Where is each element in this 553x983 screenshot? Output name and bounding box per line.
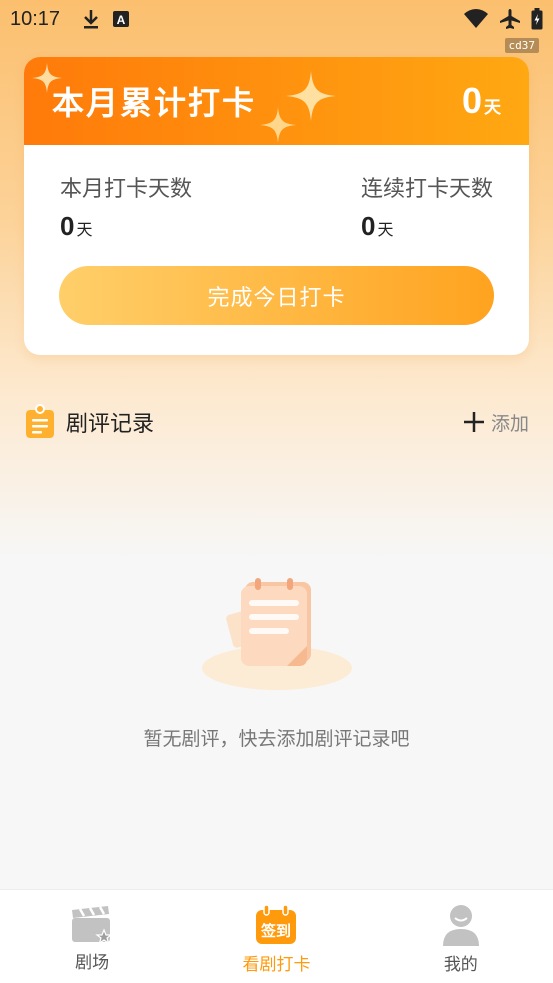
clipboard-note-icon (26, 404, 54, 438)
tab-profile[interactable]: 我的 (369, 890, 553, 983)
empty-text: 暂无剧评，快去添加剧评记录吧 (143, 728, 410, 750)
tab-checkin[interactable]: 签到 看剧打卡 (184, 890, 368, 983)
wifi-icon (464, 9, 488, 28)
stats-row: 本月打卡天数 0 天 连续打卡天数 0 天 (24, 145, 529, 242)
card-title: 本月累计打卡 (52, 84, 257, 122)
bottom-tabbar: 剧场 签到 看剧打卡 我的 (0, 889, 553, 983)
sparkle-icon (32, 63, 62, 93)
card-header: 本月累计打卡 0 天 (24, 57, 529, 145)
total-unit: 天 (484, 98, 501, 118)
tab-theater[interactable]: 剧场 (0, 890, 184, 983)
stat-unit: 天 (377, 220, 394, 239)
empty-notes-icon (201, 578, 352, 690)
user-icon (442, 905, 479, 946)
stat-label: 本月打卡天数 (60, 177, 193, 202)
svg-text:A: A (117, 13, 126, 27)
checkin-badge-text: 签到 (260, 922, 291, 940)
review-section-header: 剧评记录 添加 (24, 400, 529, 444)
airplane-icon (500, 9, 520, 29)
tab-label: 看剧打卡 (242, 955, 311, 975)
plus-icon (463, 412, 484, 432)
empty-state: 暂无剧评，快去添加剧评记录吧 (0, 570, 553, 751)
debug-tag: cd37 (504, 38, 539, 53)
stat-label: 连续打卡天数 (360, 177, 493, 202)
complete-checkin-button[interactable]: 完成今日打卡 (59, 266, 494, 325)
stat-streak-days: 连续打卡天数 0 天 (361, 171, 493, 242)
add-review-button[interactable]: 添加 (463, 409, 529, 436)
stat-unit: 天 (76, 220, 93, 239)
tab-label: 剧场 (75, 953, 110, 973)
stat-month-days: 本月打卡天数 0 天 (60, 171, 192, 242)
status-bar: 10:17 A (0, 0, 553, 38)
total-value: 0 (461, 80, 482, 121)
checkin-calendar-icon: 签到 (256, 904, 297, 944)
status-time: 10:17 (10, 7, 61, 30)
section-title: 剧评记录 (66, 412, 155, 437)
monthly-checkin-card: 本月累计打卡 0 天 本月打卡天数 0 天 连续打卡天数 0 天 完成今日打卡 (24, 57, 529, 355)
clapperboard-icon (72, 906, 113, 944)
total-checkin-days: 0 天 (462, 80, 501, 122)
download-icon (84, 10, 99, 29)
stat-value: 0 (60, 211, 75, 241)
add-label: 添加 (490, 412, 529, 435)
stat-value: 0 (360, 211, 376, 241)
tab-label: 我的 (443, 955, 478, 975)
sparkle-icon (260, 107, 296, 143)
font-icon: A (113, 11, 130, 27)
battery-icon (531, 8, 543, 30)
